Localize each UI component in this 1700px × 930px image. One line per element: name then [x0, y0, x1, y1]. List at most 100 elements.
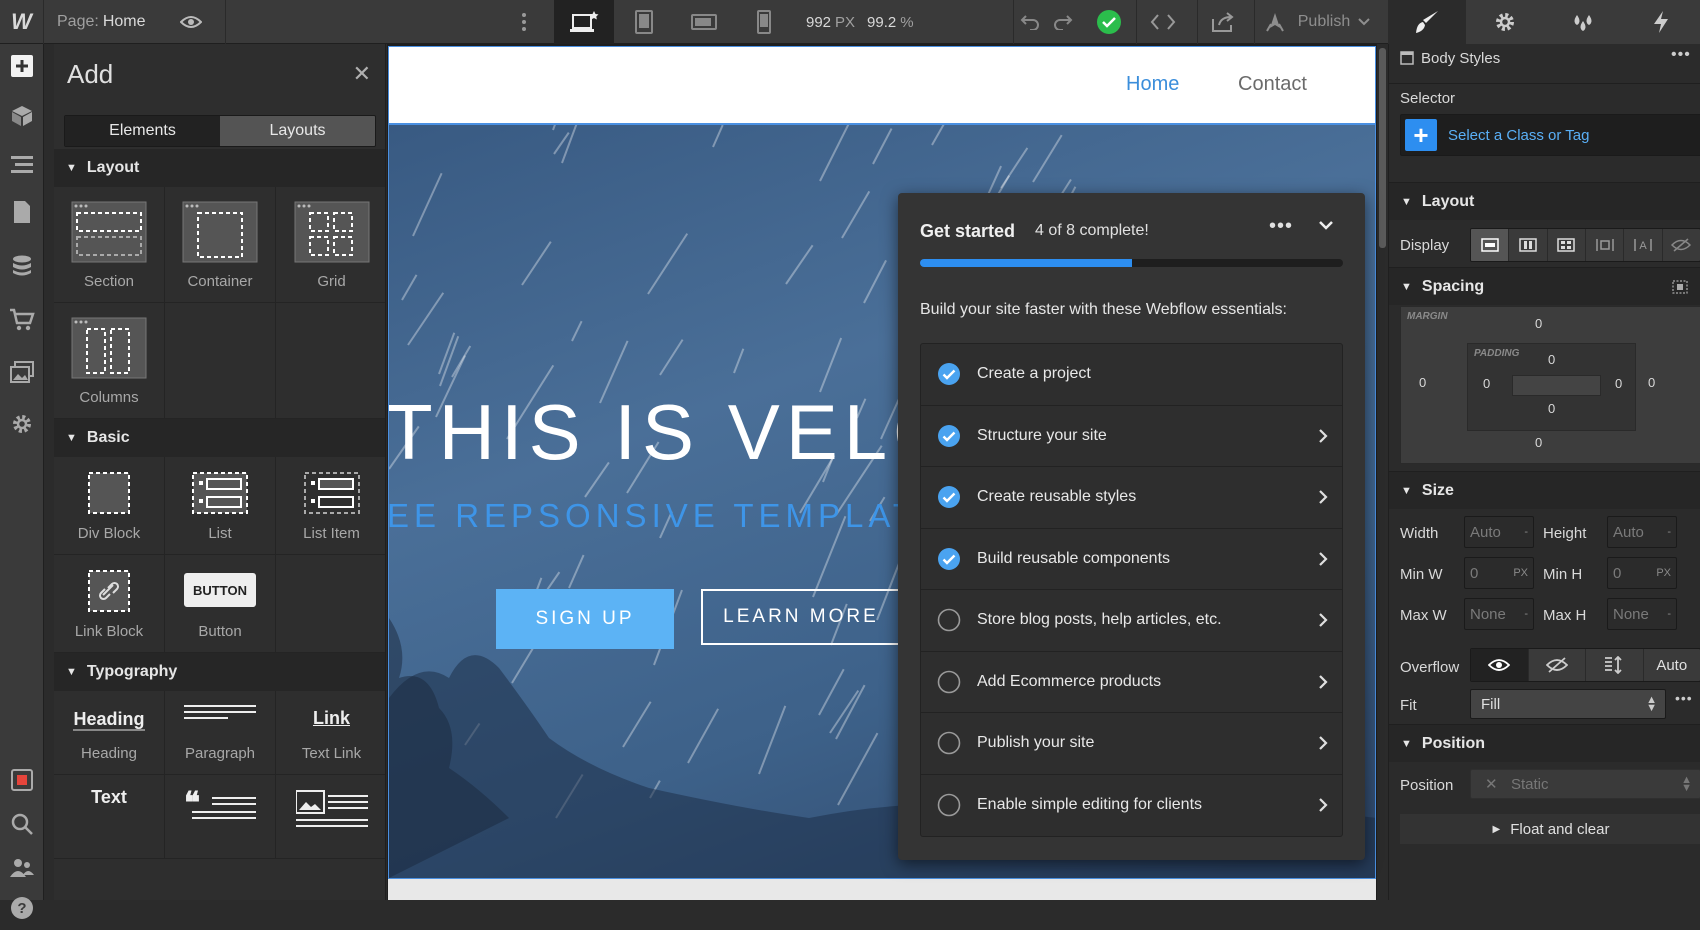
section-header-position[interactable]: ▼Position — [1389, 724, 1700, 762]
position-select[interactable]: ✕ Static ▲▼ — [1470, 769, 1700, 799]
style-brush-tab[interactable] — [1388, 0, 1466, 44]
redo-icon[interactable] — [1048, 0, 1078, 44]
checklist-item[interactable]: Structure your site — [921, 406, 1342, 468]
element-list-item[interactable]: List Item — [276, 457, 386, 555]
padding-left-value[interactable]: 0 — [1483, 376, 1490, 391]
nav-link-contact[interactable]: Contact — [1238, 73, 1307, 96]
add-class-plus-icon[interactable]: + — [1405, 119, 1437, 151]
padding-bottom-value[interactable]: 0 — [1548, 401, 1555, 416]
min-height-input[interactable]: 0PX — [1607, 557, 1677, 589]
margin-bottom-value[interactable]: 0 — [1535, 435, 1542, 450]
margin-top-value[interactable]: 0 — [1535, 316, 1542, 331]
element-rich-text[interactable] — [276, 775, 386, 859]
page-selector[interactable]: Page: Home — [57, 0, 146, 44]
code-export-icon[interactable] — [1145, 0, 1181, 44]
max-width-input[interactable]: None- — [1464, 598, 1534, 630]
padding-top-value[interactable]: 0 — [1548, 352, 1555, 367]
section-header-size[interactable]: ▼Size — [1389, 471, 1700, 509]
fit-select[interactable]: Fill▲▼ — [1470, 689, 1666, 719]
display-grid-icon[interactable] — [1548, 229, 1586, 261]
ecommerce-cart-icon[interactable] — [0, 298, 44, 342]
tablet-breakpoint-icon[interactable] — [614, 0, 674, 44]
search-icon[interactable] — [0, 802, 44, 846]
checklist-item[interactable]: Store blog posts, help articles, etc. — [921, 590, 1342, 652]
signup-button[interactable]: SIGN UP — [496, 589, 674, 649]
collaborators-icon[interactable] — [0, 846, 44, 890]
publish-button[interactable]: Publish — [1262, 0, 1372, 44]
interactions-tab[interactable] — [1622, 0, 1700, 44]
section-header-basic[interactable]: ▼Basic — [54, 419, 386, 457]
element-container[interactable]: Container — [165, 187, 276, 303]
overflow-scroll-icon[interactable] — [1586, 649, 1644, 681]
element-block-quote[interactable]: ❝ — [165, 775, 276, 859]
selector-field[interactable]: + Select a Class or Tag — [1400, 114, 1700, 156]
checklist-item[interactable]: Create reusable styles — [921, 467, 1342, 529]
section-header-layout[interactable]: ▼Layout — [1389, 182, 1700, 220]
share-icon[interactable] — [1205, 0, 1241, 44]
site-settings-gear-icon[interactable] — [0, 402, 44, 446]
horizontal-scrollbar[interactable] — [388, 879, 1376, 900]
more-dots-icon[interactable] — [512, 0, 536, 44]
element-paragraph[interactable]: Paragraph — [165, 691, 276, 775]
element-list[interactable]: List — [165, 457, 276, 555]
overflow-hidden-icon[interactable] — [1529, 649, 1587, 681]
vertical-scrollbar[interactable] — [1377, 44, 1388, 900]
width-input[interactable]: Auto- — [1464, 516, 1534, 548]
padding-right-value[interactable]: 0 — [1615, 376, 1622, 391]
cms-database-icon[interactable] — [0, 244, 44, 288]
section-header-layout[interactable]: ▼Layout — [54, 149, 386, 187]
pages-icon[interactable] — [0, 190, 44, 234]
max-height-input[interactable]: None- — [1607, 598, 1677, 630]
scrollbar-thumb[interactable] — [1379, 48, 1386, 248]
checklist-item[interactable]: Publish your site — [921, 713, 1342, 775]
float-and-clear-toggle[interactable]: ▶ Float and clear — [1400, 814, 1700, 844]
close-icon[interactable]: ✕ — [353, 61, 371, 87]
tab-layouts[interactable]: Layouts — [220, 116, 375, 146]
section-header-spacing[interactable]: ▼Spacing — [1389, 267, 1700, 305]
checklist-item[interactable]: Add Ecommerce products — [921, 652, 1342, 714]
margin-left-value[interactable]: 0 — [1419, 375, 1426, 390]
preview-eye-icon[interactable] — [176, 0, 206, 44]
assets-images-icon[interactable] — [0, 350, 44, 394]
element-heading[interactable]: Heading Heading — [54, 691, 165, 775]
spacing-mode-icon[interactable] — [1672, 280, 1688, 294]
display-none-icon[interactable] — [1663, 229, 1700, 261]
display-inline-block-icon[interactable] — [1586, 229, 1624, 261]
nav-link-home[interactable]: Home — [1126, 73, 1179, 96]
element-columns[interactable]: Columns — [54, 303, 165, 419]
learn-more-button[interactable]: LEARN MORE — [701, 589, 901, 645]
checklist-item[interactable]: Create a project — [921, 344, 1342, 406]
status-check-icon[interactable] — [1094, 0, 1124, 44]
element-section[interactable]: Section — [54, 187, 165, 303]
element-text-link[interactable]: Link Text Link — [276, 691, 386, 775]
element-grid[interactable]: Grid — [276, 187, 386, 303]
more-options-icon[interactable]: ••• — [1675, 690, 1693, 706]
checklist-item[interactable]: Enable simple editing for clients — [921, 775, 1342, 837]
collapse-chevron-icon[interactable] — [1318, 217, 1334, 235]
mobile-landscape-icon[interactable] — [674, 0, 734, 44]
overflow-auto-option[interactable]: Auto — [1644, 649, 1700, 681]
display-inline-icon[interactable]: A — [1624, 229, 1662, 261]
mobile-portrait-icon[interactable] — [734, 0, 794, 44]
webflow-logo[interactable]: W — [0, 0, 44, 44]
desktop-breakpoint-icon[interactable] — [554, 0, 614, 44]
tab-elements[interactable]: Elements — [65, 116, 220, 146]
add-elements-icon[interactable] — [0, 44, 44, 88]
help-icon[interactable]: ? — [0, 886, 44, 930]
display-flex-icon[interactable] — [1509, 229, 1547, 261]
display-block-icon[interactable] — [1471, 229, 1509, 261]
settings-tab[interactable] — [1466, 0, 1544, 44]
more-options-icon[interactable]: ••• — [1671, 46, 1691, 64]
overflow-visible-eye-icon[interactable] — [1471, 649, 1529, 681]
undo-icon[interactable] — [1015, 0, 1045, 44]
element-link-block[interactable]: Link Block — [54, 555, 165, 653]
section-header-typography[interactable]: ▼Typography — [54, 653, 386, 691]
style-manager-tab[interactable] — [1544, 0, 1622, 44]
min-width-input[interactable]: 0PX — [1464, 557, 1534, 589]
checklist-item[interactable]: Build reusable components — [921, 529, 1342, 591]
navigator-icon[interactable] — [0, 142, 44, 186]
symbols-cube-icon[interactable] — [0, 94, 44, 138]
height-input[interactable]: Auto- — [1607, 516, 1677, 548]
margin-right-value[interactable]: 0 — [1648, 375, 1655, 390]
element-div-block[interactable]: Div Block — [54, 457, 165, 555]
